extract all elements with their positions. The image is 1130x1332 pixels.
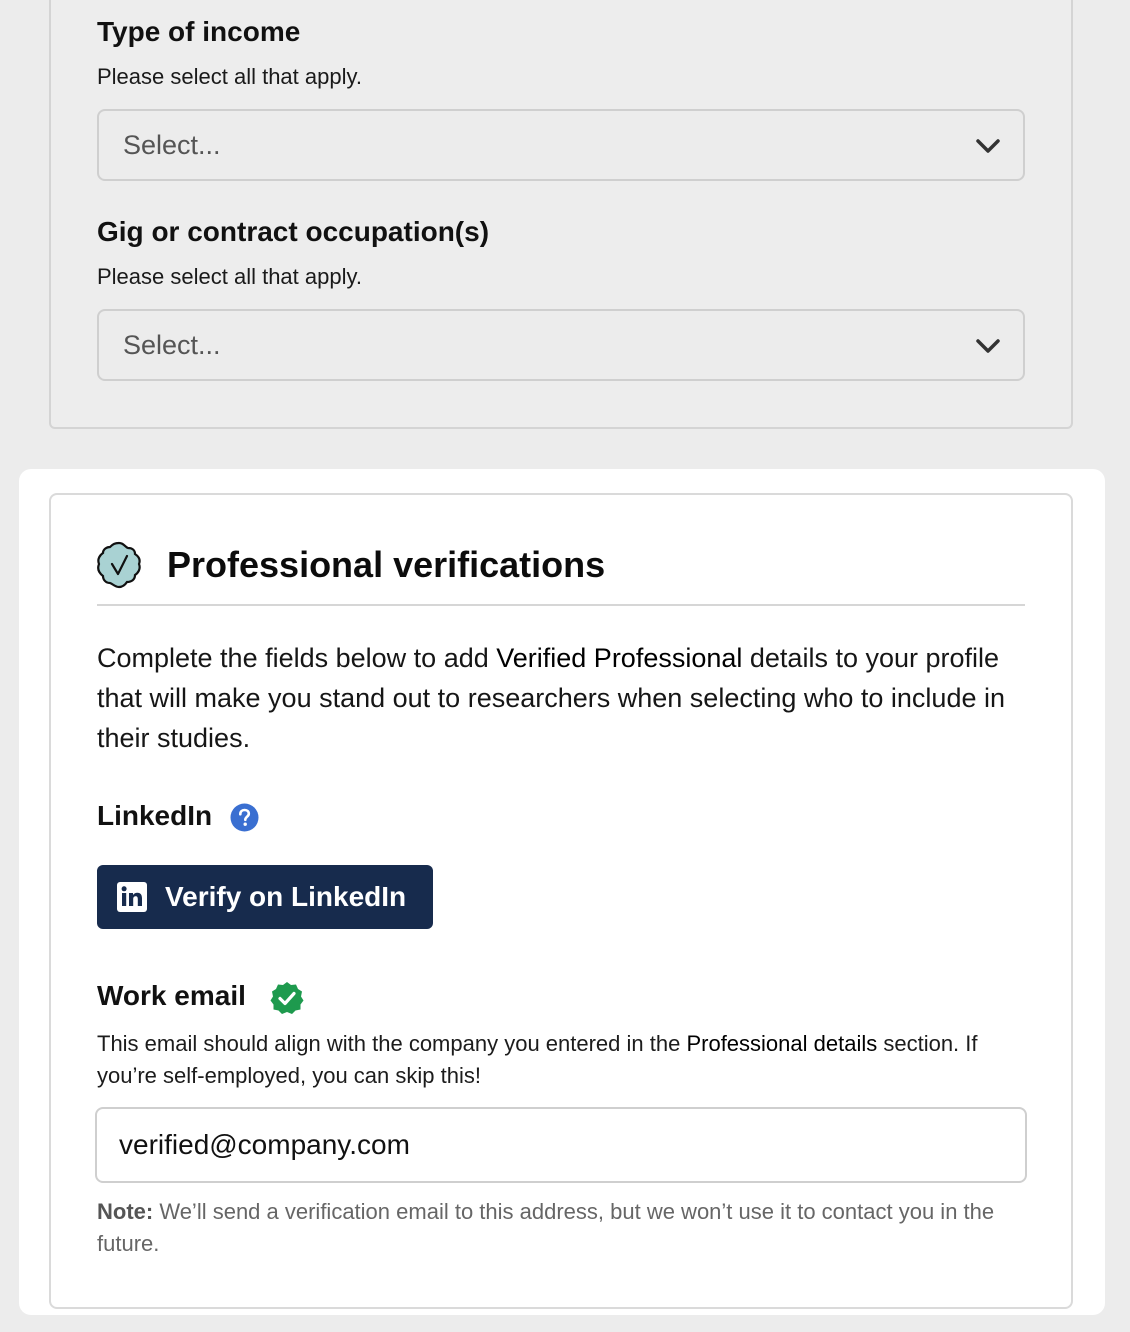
verified-check-icon — [270, 982, 304, 1014]
linkedin-icon — [117, 882, 147, 912]
select-placeholder: Select... — [123, 129, 221, 160]
verified-badge-icon — [97, 541, 141, 589]
type-of-income-select[interactable]: Select... — [97, 109, 1025, 181]
work-email-label: Work email — [97, 980, 246, 1011]
chevron-down-icon — [976, 139, 1000, 153]
work-email-help: This email should align with the company… — [97, 1031, 978, 1088]
section-title: Professional verifications — [167, 544, 606, 585]
work-email-input[interactable] — [95, 1107, 1027, 1183]
chevron-down-icon — [976, 339, 1000, 353]
help-icon[interactable] — [230, 803, 259, 832]
verify-linkedin-label: Verify on LinkedIn — [165, 881, 407, 912]
select-placeholder: Select... — [123, 329, 221, 360]
gig-occupation-help: Please select all that apply. — [97, 264, 362, 289]
email-note: Note: We’ll send a verification email to… — [97, 1199, 995, 1256]
type-of-income-help: Please select all that apply. — [97, 64, 362, 89]
linkedin-label: LinkedIn — [97, 800, 213, 831]
gig-occupation-label: Gig or contract occupation(s) — [97, 216, 490, 247]
intro-text: Complete the fields below to add Verifie… — [97, 643, 1005, 753]
divider — [97, 604, 1025, 606]
gig-occupation-select[interactable]: Select... — [97, 309, 1025, 381]
type-of-income-label: Type of income — [97, 16, 301, 47]
verify-linkedin-button[interactable]: Verify on LinkedIn — [97, 865, 433, 929]
